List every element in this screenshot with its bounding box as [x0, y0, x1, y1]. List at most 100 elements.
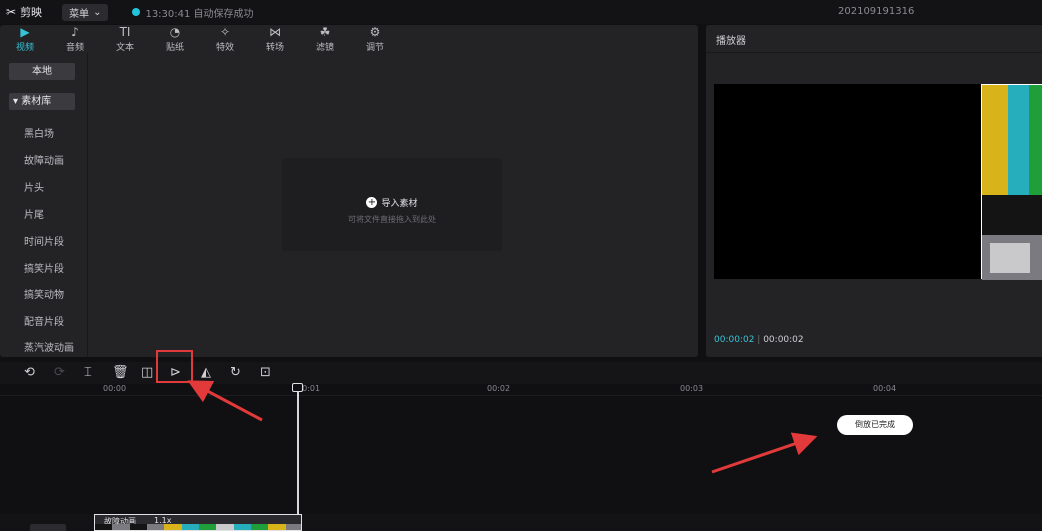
tab-label: 特效	[215, 42, 234, 53]
thumbnail-strip	[95, 524, 113, 530]
media-panel: ▶ 视频 ♪ 音频 TI 文本 ◔ 贴纸 ✧ 特效 ⋈ 转场 ☘ 滤镜 ⚙ 调节	[0, 25, 698, 357]
test-pattern-bar	[1008, 85, 1029, 195]
chevron-down-icon: ⌄	[93, 6, 102, 18]
test-pattern-bar	[982, 217, 1042, 235]
tab-text[interactable]: TI 文本	[100, 25, 150, 53]
transition-icon: ⋈	[269, 24, 281, 39]
total-time: 00:00:02	[763, 335, 804, 345]
audio-icon: ♪	[71, 24, 79, 39]
tab-label: 文本	[115, 42, 134, 53]
sidebar-item-time-clips[interactable]: 时间片段	[24, 233, 64, 248]
preview-screen[interactable]	[714, 84, 1042, 280]
sidebar-item-funny-animals[interactable]: 搞笑动物	[24, 286, 64, 301]
tab-video[interactable]: ▶ 视频	[0, 25, 50, 53]
rotate-icon[interactable]: ↻	[230, 365, 241, 380]
thumbnail-strip	[285, 524, 301, 530]
undo-icon[interactable]: ⟲	[24, 365, 35, 380]
adjust-icon: ⚙	[369, 24, 381, 39]
menu-button[interactable]: 菜单 ⌄	[62, 3, 109, 21]
thumbnail-strip	[129, 524, 147, 530]
tab-label: 调节	[365, 42, 384, 53]
tab-label: 滤镜	[315, 42, 334, 53]
tab-label: 视频	[15, 42, 34, 53]
delete-icon[interactable]: 🗑	[112, 365, 129, 380]
playhead-handle[interactable]	[292, 383, 303, 392]
media-tabs: ▶ 视频 ♪ 音频 TI 文本 ◔ 贴纸 ✧ 特效 ⋈ 转场 ☘ 滤镜 ⚙ 调节	[0, 25, 698, 53]
timeline-ruler[interactable]: 00:00 00:01 00:02 00:03 00:04	[0, 384, 1042, 396]
toast-reverse-complete: 倒放已完成	[837, 415, 913, 435]
tab-transition[interactable]: ⋈ 转场	[250, 25, 300, 53]
playback-time: 00:00:02 | 00:00:02	[714, 335, 804, 345]
tab-filter[interactable]: ☘ 滤镜	[300, 25, 350, 53]
test-pattern-bar	[982, 85, 1008, 195]
project-name: 202109191316	[838, 6, 915, 17]
tab-effects[interactable]: ✧ 特效	[200, 25, 250, 53]
split-icon[interactable]: ⌶	[84, 365, 92, 380]
library-label: 素材库	[21, 96, 52, 107]
test-pattern-bar	[990, 243, 1030, 273]
sidebar-item-vaporwave[interactable]: 蒸汽波动画	[24, 339, 74, 354]
track-clip[interactable]: 故障动画 1.1x	[94, 514, 302, 531]
crop-icon[interactable]: ⊡	[260, 365, 271, 380]
scissors-icon: ✂	[6, 5, 17, 19]
test-pattern-bar	[982, 195, 1008, 217]
thumbnail-strip	[164, 524, 182, 530]
thumbnail-strip	[112, 524, 130, 530]
autosave-text: 13:30:41 自动保存成功	[145, 8, 254, 20]
sidebar-item-outro[interactable]: 片尾	[24, 206, 44, 221]
thumbnail-strip	[181, 524, 199, 530]
clip-thumbnails	[95, 524, 301, 530]
caret-down-icon: ▾	[13, 96, 22, 107]
arrow-to-toast	[711, 432, 818, 474]
tab-sticker[interactable]: ◔ 贴纸	[150, 25, 200, 53]
ruler-label: 00:03	[680, 384, 704, 393]
player-title: 播放器	[716, 36, 746, 47]
thumbnail-strip	[233, 524, 251, 530]
highlight-box	[156, 350, 193, 383]
thumbnail-strip	[268, 524, 286, 530]
sidebar-item-dubbing[interactable]: 配音片段	[24, 313, 64, 328]
tab-label: 音频	[65, 42, 84, 53]
autosave-status: 13:30:41 自动保存成功	[132, 5, 254, 20]
import-dropzone[interactable]: + 导入素材 可将文件直接拖入到此处	[282, 158, 502, 251]
media-sidebar: 本地 ▾ 素材库 黑白场 故障动画 片头 片尾 时间片段 搞笑片段 搞笑动物 配…	[0, 53, 88, 357]
import-hint: 可将文件直接拖入到此处	[348, 215, 436, 224]
title-bar: ✂ 剪映 菜单 ⌄ 13:30:41 自动保存成功 202109191316	[0, 0, 1042, 24]
sidebar-item-local[interactable]: 本地	[9, 63, 75, 80]
thumbnail-strip	[216, 524, 234, 530]
plus-icon: +	[366, 197, 378, 208]
filter-icon: ☘	[319, 24, 331, 39]
player-panel: 播放器 00:00:02 | 00:00:02	[706, 25, 1042, 357]
text-icon: TI	[119, 24, 131, 39]
app-logo: ✂ 剪映	[6, 4, 42, 20]
sidebar-item-funny-clips[interactable]: 搞笑片段	[24, 260, 64, 275]
import-title: 导入素材	[381, 199, 418, 209]
test-pattern-bar	[1008, 195, 1042, 217]
effects-icon: ✧	[219, 24, 231, 39]
tab-label: 转场	[265, 42, 284, 53]
track-control[interactable]	[30, 524, 66, 531]
status-dot-icon	[132, 8, 141, 16]
sidebar-item-glitch[interactable]: 故障动画	[24, 152, 64, 167]
ruler-baseline	[0, 395, 1042, 396]
test-pattern-bar	[1029, 85, 1042, 195]
sidebar-library-header[interactable]: ▾ 素材库	[9, 93, 75, 110]
freeze-icon[interactable]: ◫	[141, 365, 153, 380]
divider	[706, 52, 1042, 53]
redo-icon[interactable]: ⟳	[54, 365, 65, 380]
ruler-label: 00:00	[103, 384, 127, 393]
ruler-label: 00:04	[873, 384, 897, 393]
import-button[interactable]: + 导入素材	[282, 196, 502, 209]
tab-audio[interactable]: ♪ 音频	[50, 25, 100, 53]
thumbnail-strip	[198, 524, 217, 530]
tab-label: 贴纸	[165, 42, 184, 53]
mirror-icon[interactable]: ◭	[201, 365, 211, 380]
sidebar-item-black-white[interactable]: 黑白场	[24, 125, 54, 140]
video-icon: ▶	[20, 24, 30, 39]
playhead[interactable]	[297, 386, 299, 531]
menu-label: 菜单	[69, 8, 90, 20]
app-name: 剪映	[20, 6, 43, 19]
sidebar-item-intro[interactable]: 片头	[24, 179, 44, 194]
preview-clip-frame[interactable]	[981, 84, 1042, 280]
tab-adjust[interactable]: ⚙ 调节	[350, 25, 400, 53]
